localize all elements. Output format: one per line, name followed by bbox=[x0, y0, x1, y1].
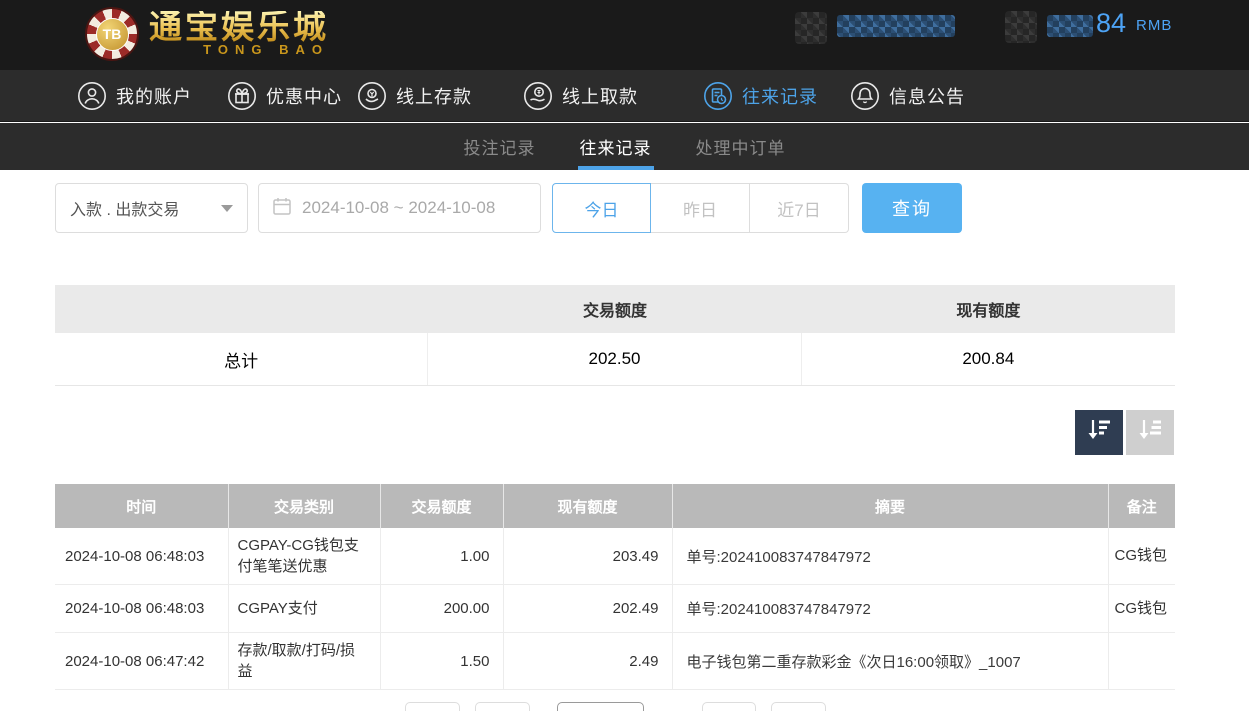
nav-item-online-withdrawal[interactable]: 线上取款 bbox=[523, 70, 638, 122]
top-header-bar: TB 通宝娱乐城 TONG BAO 84 RMB bbox=[0, 0, 1249, 70]
col-header-time: 时间 bbox=[55, 484, 228, 528]
summary-transaction-total: 202.50 bbox=[428, 333, 801, 385]
main-navigation: 我的账户 优惠中心 线上存款 线上取款 bbox=[0, 70, 1249, 122]
table-header-row: 时间 交易类别 交易额度 现有额度 摘要 备注 bbox=[55, 484, 1175, 528]
today-button[interactable]: 今日 bbox=[552, 183, 651, 233]
nav-label: 优惠中心 bbox=[266, 83, 342, 109]
pagination-button[interactable] bbox=[702, 702, 756, 711]
sub-navigation: 投注记录 往来记录 处理中订单 bbox=[0, 123, 1249, 170]
cell-remark: CG钱包 bbox=[1108, 528, 1175, 585]
cell-summary: 电子钱包第二重存款彩金《次日16:00领取》_1007 bbox=[672, 633, 1108, 690]
summary-total-row: 总计 202.50 200.84 bbox=[55, 333, 1175, 386]
nav-label: 线上存款 bbox=[396, 83, 472, 109]
user-avatar-censored bbox=[795, 12, 827, 44]
cell-amount: 200.00 bbox=[380, 585, 503, 633]
poker-chip-icon: TB bbox=[85, 7, 139, 61]
col-header-balance: 现有额度 bbox=[503, 484, 672, 528]
cell-time: 2024-10-08 06:48:03 bbox=[55, 528, 228, 585]
cell-type: CGPAY支付 bbox=[228, 585, 380, 633]
pagination-button[interactable] bbox=[771, 702, 826, 711]
balance-censored bbox=[1047, 15, 1093, 37]
sort-descending-button[interactable] bbox=[1075, 410, 1123, 455]
username-censored bbox=[837, 15, 955, 37]
summary-header-balance: 现有额度 bbox=[802, 285, 1175, 333]
cell-balance: 203.49 bbox=[503, 528, 672, 585]
nav-item-transaction-records[interactable]: 往来记录 bbox=[703, 70, 818, 122]
summary-header-empty bbox=[55, 285, 428, 333]
nav-label: 往来记录 bbox=[742, 83, 818, 109]
pagination-button[interactable] bbox=[475, 702, 530, 711]
balance-amount: 84 bbox=[1096, 8, 1126, 39]
col-header-remark: 备注 bbox=[1108, 484, 1175, 528]
date-range-input[interactable]: 2024-10-08 ~ 2024-10-08 bbox=[258, 183, 541, 233]
nav-item-online-deposit[interactable]: 线上存款 bbox=[357, 70, 472, 122]
col-header-amount: 交易额度 bbox=[380, 484, 503, 528]
balance-icon-censored bbox=[1005, 11, 1037, 43]
transaction-type-select[interactable]: 入款 . 出款交易 bbox=[55, 183, 248, 233]
sort-button-bar bbox=[1075, 410, 1174, 455]
tab-betting-records[interactable]: 投注记录 bbox=[464, 123, 536, 170]
table-row: 2024-10-08 06:48:03 CGPAY支付 200.00 202.4… bbox=[55, 585, 1175, 633]
summary-total-label: 总计 bbox=[55, 333, 428, 385]
withdraw-icon bbox=[523, 81, 553, 111]
tab-transaction-records[interactable]: 往来记录 bbox=[580, 123, 652, 170]
brand-logo[interactable]: TB 通宝娱乐城 TONG BAO bbox=[85, 7, 329, 61]
tab-processing-orders[interactable]: 处理中订单 bbox=[696, 123, 786, 170]
nav-item-promotions[interactable]: 优惠中心 bbox=[227, 70, 342, 122]
records-icon bbox=[703, 81, 733, 111]
cell-balance: 202.49 bbox=[503, 585, 672, 633]
nav-label: 线上取款 bbox=[562, 83, 638, 109]
user-icon bbox=[77, 81, 107, 111]
table-row: 2024-10-08 06:47:42 存款/取款/打码/损益 1.50 2.4… bbox=[55, 633, 1175, 690]
nav-item-announcements[interactable]: 信息公告 bbox=[850, 70, 965, 122]
transactions-table: 时间 交易类别 交易额度 现有额度 摘要 备注 2024-10-08 06:48… bbox=[55, 484, 1175, 690]
pagination-button[interactable] bbox=[405, 702, 460, 711]
cell-amount: 1.00 bbox=[380, 528, 503, 585]
cell-time: 2024-10-08 06:47:42 bbox=[55, 633, 228, 690]
sort-ascending-icon bbox=[1136, 416, 1164, 449]
col-header-type: 交易类别 bbox=[228, 484, 380, 528]
pagination-current-page[interactable] bbox=[557, 702, 644, 711]
summary-header-row: 交易额度 现有额度 bbox=[55, 285, 1175, 333]
summary-balance-total: 200.84 bbox=[802, 333, 1175, 385]
sort-ascending-button[interactable] bbox=[1126, 410, 1174, 455]
chevron-down-icon bbox=[221, 205, 233, 212]
cell-balance: 2.49 bbox=[503, 633, 672, 690]
col-header-summary: 摘要 bbox=[672, 484, 1108, 528]
nav-label: 我的账户 bbox=[116, 83, 192, 109]
last-7-days-button[interactable]: 近7日 bbox=[750, 183, 849, 233]
cell-remark: CG钱包 bbox=[1108, 585, 1175, 633]
sort-descending-icon bbox=[1085, 416, 1113, 449]
cell-type: CGPAY-CG钱包支付笔笔送优惠 bbox=[228, 528, 380, 585]
calendar-icon bbox=[272, 196, 292, 221]
cell-type: 存款/取款/打码/损益 bbox=[228, 633, 380, 690]
quick-date-button-group: 今日 昨日 近7日 bbox=[552, 183, 849, 233]
cell-remark bbox=[1108, 633, 1175, 690]
deposit-icon bbox=[357, 81, 387, 111]
cell-summary: 单号:202410083747847972 bbox=[672, 585, 1108, 633]
yesterday-button[interactable]: 昨日 bbox=[651, 183, 750, 233]
page: TB 通宝娱乐城 TONG BAO 84 RMB 我的账户 优惠中心 bbox=[0, 0, 1249, 711]
nav-item-my-account[interactable]: 我的账户 bbox=[77, 70, 192, 122]
balance-currency: RMB bbox=[1136, 17, 1172, 34]
bell-icon bbox=[850, 81, 880, 111]
transaction-type-value: 入款 . 出款交易 bbox=[70, 196, 221, 220]
query-button[interactable]: 查询 bbox=[862, 183, 962, 233]
nav-label: 信息公告 bbox=[889, 83, 965, 109]
brand-name-cn: 通宝娱乐城 bbox=[149, 11, 329, 45]
cell-time: 2024-10-08 06:48:03 bbox=[55, 585, 228, 633]
cell-summary: 单号:202410083747847972 bbox=[672, 528, 1108, 585]
summary-table: 交易额度 现有额度 总计 202.50 200.84 bbox=[55, 285, 1175, 386]
gift-icon bbox=[227, 81, 257, 111]
cell-amount: 1.50 bbox=[380, 633, 503, 690]
date-range-value: 2024-10-08 ~ 2024-10-08 bbox=[302, 198, 495, 218]
filter-bar: 入款 . 出款交易 2024-10-08 ~ 2024-10-08 今日 昨日 … bbox=[0, 183, 1249, 233]
table-row: 2024-10-08 06:48:03 CGPAY-CG钱包支付笔笔送优惠 1.… bbox=[55, 528, 1175, 585]
summary-header-transaction: 交易额度 bbox=[428, 285, 801, 333]
chip-monogram: TB bbox=[96, 18, 129, 51]
